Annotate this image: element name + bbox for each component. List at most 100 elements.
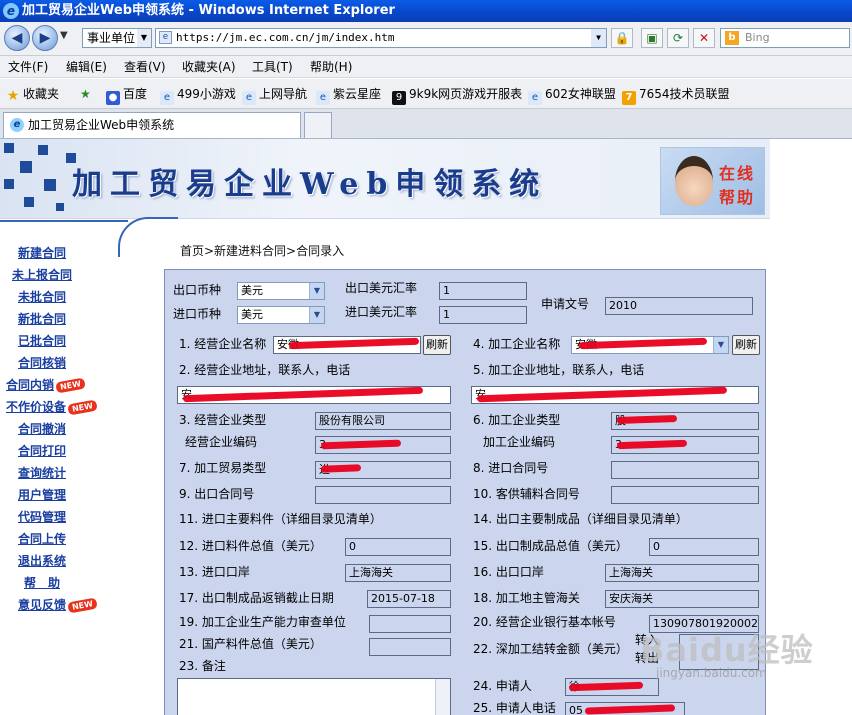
import-currency-select[interactable]: 美元 ▼ (237, 306, 325, 324)
sidebar-item-unreported[interactable]: 未上报合同 (12, 266, 72, 283)
add-favorite-icon[interactable]: ★ (80, 86, 91, 102)
sidebar-item-feedback[interactable]: 意见反馈 (18, 598, 66, 612)
star-icon: ★ (6, 88, 20, 104)
chevron-down-icon[interactable]: ▼ (591, 29, 606, 47)
operating-type-input[interactable]: 股份有限公司 (315, 412, 451, 430)
sidebar-item-logout[interactable]: 退出系统 (18, 552, 66, 569)
sidebar-item-unapproved[interactable]: 未批合同 (18, 288, 66, 305)
export-port-input[interactable]: 上海海关 (605, 564, 759, 582)
sidebar-item-upload[interactable]: 合同上传 (18, 530, 66, 547)
content-frame-curve (118, 217, 178, 257)
redaction-mark (320, 464, 362, 473)
fav-label: 499小游戏 (177, 87, 236, 101)
sidebar-item-free-equipment[interactable]: 不作价设备 (6, 400, 66, 414)
sidebar: 新建合同 未上报合同 未批合同 新批合同 已批合同 合同核销 合同内销 NEW 不… (0, 219, 124, 715)
f25-label: 25. 申请人电话 (473, 701, 556, 715)
export-total-input[interactable]: 0 (649, 538, 759, 556)
remarks-textarea[interactable] (177, 678, 451, 715)
apply-no-label: 申请文号 (541, 297, 590, 311)
sidebar-item-approved[interactable]: 已批合同 (18, 332, 66, 349)
capacity-review-input[interactable] (369, 615, 451, 633)
fav-label: 百度 (123, 87, 148, 101)
sidebar-item-new-contract[interactable]: 新建合同 (18, 244, 66, 261)
f3-label: 3. 经营企业类型 (179, 413, 267, 427)
decor-square (56, 203, 64, 211)
favorites-button[interactable]: ★ 收藏夹 (6, 86, 59, 103)
customs-input[interactable]: 安庆海关 (605, 590, 759, 608)
refresh-button[interactable]: 刷新 (423, 335, 451, 355)
online-help-badge[interactable]: 在线 帮助 (660, 147, 765, 215)
baidu-watermark-url: jingyan.baidu.com (656, 666, 767, 680)
menu-tools[interactable]: 工具(T) (252, 59, 293, 75)
fav-ziyun[interactable]: e 紫云星座 (316, 86, 381, 105)
combo-value: 事业单位 (87, 31, 136, 45)
import-contract-input[interactable] (611, 461, 759, 479)
history-dropdown-icon[interactable]: ▼ (60, 30, 68, 41)
sidebar-item-user-management[interactable]: 用户管理 (18, 486, 66, 503)
tab-bar: e 加工贸易企业Web申领系统 (0, 109, 852, 139)
supplied-material-contract-input[interactable] (611, 486, 759, 504)
fav-9k9k[interactable]: 9 9k9k网页游戏开服表 (392, 86, 522, 105)
import-currency-label: 进口币种 (173, 307, 222, 321)
ie-page-icon: e (160, 91, 174, 105)
new-badge: NEW (55, 377, 86, 394)
refresh-button[interactable]: 刷新 (732, 335, 760, 355)
f11-label: 11. 进口主要料件（详细目录见清单） (179, 512, 382, 526)
tab-active[interactable]: e 加工贸易企业Web申领系统 (3, 112, 301, 138)
menu-view[interactable]: 查看(V) (124, 59, 166, 75)
fav-7654[interactable]: 7 7654技术员联盟 (622, 86, 730, 105)
sidebar-item-statistics[interactable]: 查询统计 (18, 464, 66, 481)
sidebar-item-help[interactable]: 帮 助 (24, 574, 60, 591)
f20-label: 20. 经营企业银行基本帐号 (473, 615, 616, 629)
sidebar-item-newly-approved[interactable]: 新批合同 (18, 310, 66, 327)
menu-favorites[interactable]: 收藏夹(A) (182, 59, 236, 75)
f10-label: 10. 客供辅料合同号 (473, 487, 580, 501)
back-button[interactable]: ◀ (4, 25, 30, 51)
stop-icon[interactable]: ✕ (693, 28, 715, 48)
decor-square (20, 161, 32, 173)
search-input[interactable]: b Bing (720, 28, 850, 48)
fav-baidu[interactable]: ● 百度 (106, 86, 147, 105)
deadline-input[interactable]: 2015-07-18 (367, 590, 451, 608)
title-bar: e 加工贸易企业Web申领系统 - Windows Internet Explo… (0, 0, 852, 22)
export-contract-input[interactable] (315, 486, 451, 504)
breadcrumb: 首页>新建进料合同>合同录入 (180, 244, 345, 258)
apply-no-input[interactable]: 2010 (605, 297, 753, 315)
refresh-icon[interactable]: ⟳ (667, 28, 689, 48)
decor-square (38, 145, 48, 155)
sidebar-item-verification[interactable]: 合同核销 (18, 354, 66, 371)
fav-navigation[interactable]: e 上网导航 (242, 86, 307, 105)
compatibility-combo[interactable]: 事业单位 ▼ (82, 28, 152, 48)
f3b-label: 经营企业编码 (185, 435, 258, 449)
page-icon: e (159, 31, 172, 44)
menu-edit[interactable]: 编辑(E) (66, 59, 107, 75)
fav-label: 602女神联盟 (545, 87, 616, 101)
scrollbar[interactable] (435, 679, 450, 715)
sidebar-item-code-management[interactable]: 代码管理 (18, 508, 66, 525)
sidebar-item-domestic-sales[interactable]: 合同内销 (6, 378, 54, 392)
ie-page-icon: e (528, 91, 542, 105)
url-input[interactable]: e https://jm.ec.com.cn/jm/index.htm ▼ (155, 28, 607, 48)
banner-title: 加工贸易企业Web申领系统 (72, 167, 548, 202)
f9-label: 9. 出口合同号 (179, 487, 255, 501)
fav-602[interactable]: e 602女神联盟 (528, 86, 616, 105)
sidebar-item-cancel[interactable]: 合同撤消 (18, 420, 66, 437)
lock-icon[interactable]: 🔒 (611, 28, 633, 48)
compat-view-icon[interactable]: ▣ (641, 28, 663, 48)
fav-499[interactable]: e 499小游戏 (160, 86, 236, 105)
new-tab-button[interactable] (304, 112, 332, 138)
import-port-input[interactable]: 上海海关 (345, 564, 451, 582)
export-currency-select[interactable]: 美元 ▼ (237, 282, 325, 300)
new-badge: NEW (67, 399, 98, 416)
export-rate-input[interactable]: 1 (439, 282, 527, 300)
menu-help[interactable]: 帮助(H) (310, 59, 352, 75)
f2-label: 2. 经营企业地址，联系人，电话 (179, 363, 351, 377)
domestic-material-input[interactable] (369, 638, 451, 656)
new-badge: NEW (67, 597, 98, 614)
sidebar-item-print[interactable]: 合同打印 (18, 442, 66, 459)
import-total-input[interactable]: 0 (345, 538, 451, 556)
9k9k-icon: 9 (392, 91, 406, 105)
menu-file[interactable]: 文件(F) (8, 59, 48, 75)
import-rate-input[interactable]: 1 (439, 306, 527, 324)
forward-button[interactable]: ▶ (32, 25, 58, 51)
